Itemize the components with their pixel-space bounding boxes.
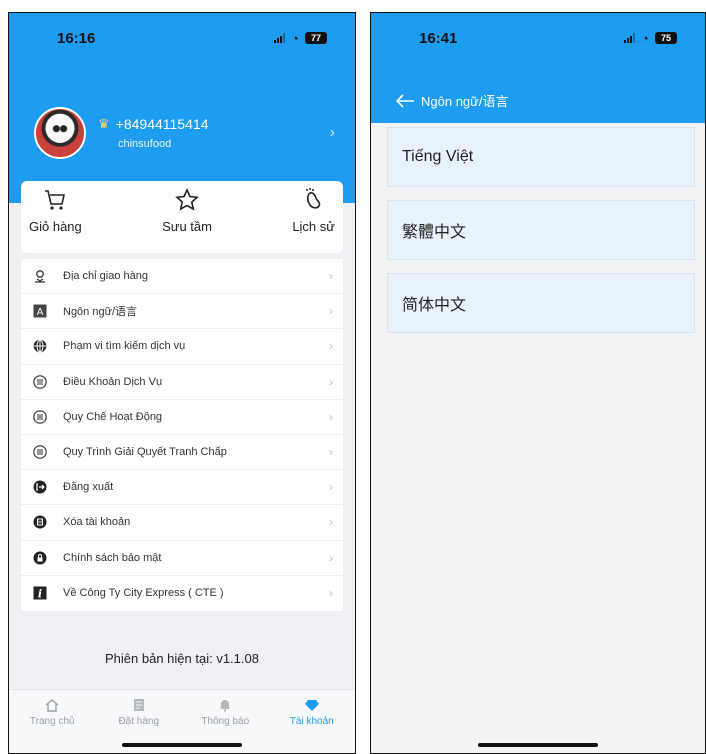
- menu-item-about-company[interactable]: i Về Công Ty City Express ( CTE ) ›: [21, 576, 343, 611]
- profile-phone-number: +84944115414: [115, 116, 209, 132]
- menu-item-terms[interactable]: Điều Khoản Dịch Vụ ›: [21, 365, 343, 400]
- profile-username: chinsufood: [118, 138, 172, 150]
- chevron-right-icon: ›: [329, 269, 333, 284]
- footprint-icon: [305, 188, 320, 209]
- menu-item-regulations[interactable]: Quy Chế Hoạt Động ›: [21, 400, 343, 435]
- logout-icon: [33, 480, 47, 494]
- shortcut-favorites[interactable]: Sưu tầm: [162, 187, 212, 253]
- list-icon: [33, 410, 47, 424]
- menu-item-service-range[interactable]: Phạm vi tìm kiếm dịch vụ ›: [21, 329, 343, 365]
- shortcut-label: Giỏ hàng: [29, 219, 82, 234]
- back-button[interactable]: Ngôn ngữ/语言: [395, 91, 508, 110]
- diamond-icon: [304, 700, 319, 711]
- chevron-right-icon: ›: [329, 409, 333, 424]
- list-icon: [33, 445, 47, 459]
- status-bar: 16:41 ◔ 75: [371, 13, 705, 63]
- profile-row[interactable]: ♛ +84944115414 chinsufood ›: [34, 103, 335, 163]
- chevron-right-icon: ›: [329, 374, 333, 389]
- wifi-icon: ◔: [291, 30, 299, 46]
- nav-title: Ngôn ngữ/语言: [421, 94, 509, 109]
- lock-icon: [33, 551, 47, 565]
- home-icon: [45, 699, 59, 712]
- settings-menu: Địa chỉ giao hàng › A Ngôn ngữ/语言 › Phạm…: [21, 259, 343, 611]
- signal-icon: [274, 33, 286, 43]
- home-indicator: [478, 743, 598, 747]
- chevron-right-icon: ›: [329, 550, 333, 565]
- language-option-simplified-chinese[interactable]: 简体中文: [387, 273, 695, 333]
- svg-text:A: A: [37, 307, 44, 318]
- shortcut-card: Giỏ hàng Sưu tầm Lịch sử: [21, 181, 343, 253]
- language-option-traditional-chinese[interactable]: 繁體中文: [387, 200, 695, 260]
- menu-item-delivery-address[interactable]: Địa chỉ giao hàng ›: [21, 259, 343, 295]
- wifi-icon: ◔: [641, 30, 649, 46]
- chevron-right-icon: ›: [329, 515, 333, 530]
- chevron-right-icon: ›: [329, 124, 335, 141]
- chevron-right-icon: ›: [329, 304, 333, 319]
- info-icon: i: [33, 586, 47, 600]
- account-screen: 16:16 ◔ 77 ♛ +84944115414 chinsufood › G…: [8, 12, 356, 754]
- menu-item-privacy-policy[interactable]: Chính sách bảo mật ›: [21, 541, 343, 576]
- shortcut-label: Lịch sử: [292, 219, 335, 234]
- trash-icon: [33, 515, 47, 529]
- shortcut-label: Sưu tầm: [162, 219, 212, 234]
- signal-icon: [624, 33, 636, 43]
- menu-item-delete-account[interactable]: Xóa tài khoản ›: [21, 505, 343, 541]
- shortcut-cart[interactable]: Giỏ hàng: [29, 187, 82, 253]
- battery-icon: 75: [655, 32, 677, 44]
- language-icon: A: [33, 304, 47, 318]
- status-time: 16:16: [57, 29, 96, 47]
- chevron-right-icon: ›: [329, 339, 333, 354]
- orders-icon: [133, 699, 144, 711]
- status-time: 16:41: [419, 29, 458, 47]
- menu-item-logout[interactable]: Đăng xuất ›: [21, 470, 343, 506]
- language-screen: 16:41 ◔ 75 Ngôn ngữ/语言 Tiếng Việt 繁體中文 简…: [370, 12, 706, 754]
- arrow-left-icon: [395, 93, 414, 108]
- chevron-right-icon: ›: [329, 445, 333, 460]
- home-indicator: [122, 743, 242, 747]
- crown-icon: ♛: [98, 116, 110, 131]
- status-bar: 16:16 ◔ 77: [9, 13, 355, 63]
- avatar[interactable]: [34, 107, 86, 159]
- bell-icon: [220, 700, 231, 712]
- location-icon: [33, 269, 47, 283]
- list-icon: [33, 374, 47, 389]
- shortcut-history[interactable]: Lịch sử: [292, 187, 335, 253]
- language-option-vietnamese[interactable]: Tiếng Việt: [387, 127, 695, 187]
- battery-icon: 77: [305, 32, 327, 44]
- chevron-right-icon: ›: [329, 586, 333, 601]
- menu-item-language[interactable]: A Ngôn ngữ/语言 ›: [21, 294, 343, 330]
- cart-icon: [45, 190, 66, 210]
- star-icon: [175, 188, 199, 211]
- app-version-text: Phiên bản hiện tại: v1.1.08: [105, 651, 259, 666]
- svg-text:i: i: [38, 588, 42, 601]
- tab-home[interactable]: Trang chủ: [17, 698, 87, 753]
- chevron-right-icon: ›: [329, 480, 333, 495]
- tab-account[interactable]: Tài khoản: [277, 698, 347, 753]
- language-list: Tiếng Việt 繁體中文 简体中文: [387, 127, 695, 346]
- globe-icon: [33, 339, 47, 353]
- menu-item-dispute-process[interactable]: Quy Trình Giải Quyết Tranh Chấp ›: [21, 435, 343, 471]
